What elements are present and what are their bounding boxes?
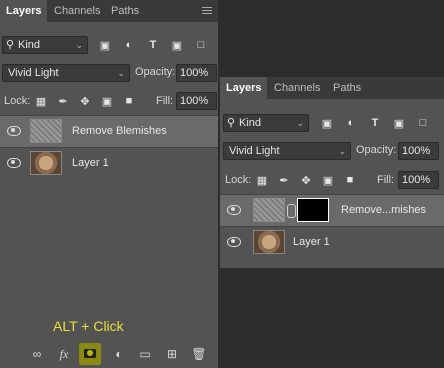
opacity-label: Opacity: xyxy=(135,66,176,78)
layer-mask-thumbnail[interactable] xyxy=(297,198,329,222)
blend-mode-select[interactable]: Vivid Light ⌄ xyxy=(2,64,130,82)
blend-mode-value: Vivid Light xyxy=(229,145,280,157)
tab-layers[interactable]: Layers xyxy=(220,77,268,99)
layers-panel-right: Layers Channels Paths ⚲ Kind ⌄ ▣ ◐ T ▣ □… xyxy=(220,77,444,268)
filter-adjustment-icon[interactable]: ◐ xyxy=(344,116,358,130)
filter-smart-object-icon[interactable]: □ xyxy=(194,38,208,52)
layers-panel-left: Layers Channels Paths ⚲ Kind ⌄ ▣ ◐ T ▣ □… xyxy=(0,0,218,368)
visibility-eye-icon[interactable] xyxy=(7,126,21,136)
search-icon: ⚲ xyxy=(227,117,236,129)
add-layer-mask-icon xyxy=(84,349,96,358)
fill-input[interactable]: 100% xyxy=(398,171,439,189)
lock-transparent-icon[interactable]: ▦ xyxy=(34,94,48,108)
delete-layer-trash-icon[interactable]: 🗑 xyxy=(191,347,206,361)
layer-thumbnail xyxy=(30,119,62,143)
blend-mode-value: Vivid Light xyxy=(8,67,59,79)
tab-paths[interactable]: Paths xyxy=(105,0,145,22)
chevron-down-icon: ⌄ xyxy=(75,40,83,50)
layer-row-remove-mishes[interactable]: Remove...mishes xyxy=(220,194,444,226)
fill-input[interactable]: 100% xyxy=(176,92,217,110)
adjustment-layer-icon[interactable]: ◐ xyxy=(112,347,126,361)
filter-type-icon[interactable]: T xyxy=(146,38,160,52)
opacity-input[interactable]: 100% xyxy=(176,64,217,82)
layer-thumbnail xyxy=(30,151,62,175)
alt-click-annotation: ALT + Click xyxy=(53,318,124,334)
filter-shape-icon[interactable]: ▣ xyxy=(170,38,184,52)
filter-kind-select[interactable]: ⚲ Kind ⌄ xyxy=(223,114,309,132)
opacity-label: Opacity: xyxy=(356,144,397,156)
visibility-eye-icon[interactable] xyxy=(7,158,21,168)
chevron-down-icon: ⌄ xyxy=(296,118,304,128)
panel-tab-bar: Layers Channels Paths xyxy=(0,0,218,22)
fill-label: Fill: xyxy=(377,174,395,186)
lock-all-icon[interactable]: ■ xyxy=(122,94,136,108)
filter-kind-select[interactable]: ⚲ Kind ⌄ xyxy=(2,36,88,54)
layer-row-layer-1[interactable]: Layer 1 xyxy=(0,147,218,179)
layer-name: Layer 1 xyxy=(72,157,109,169)
panel-menu-icon[interactable] xyxy=(202,5,212,15)
filter-pixel-icon[interactable]: ▣ xyxy=(320,116,334,130)
layer-mask-button-highlight[interactable] xyxy=(79,343,101,365)
fill-label: Fill: xyxy=(156,95,174,107)
lock-label: Lock: xyxy=(225,174,252,186)
tab-channels[interactable]: Channels xyxy=(48,0,106,22)
lock-transparent-icon[interactable]: ▦ xyxy=(255,173,269,187)
lock-image-brush-icon[interactable]: ✒ xyxy=(56,94,70,108)
new-layer-icon[interactable]: ⊞ xyxy=(165,347,179,361)
link-layers-icon[interactable]: ∞ xyxy=(30,347,44,361)
layer-thumbnail xyxy=(253,230,285,254)
filter-pixel-icon[interactable]: ▣ xyxy=(98,38,112,52)
lock-label: Lock: xyxy=(4,95,31,107)
layer-name: Layer 1 xyxy=(293,236,330,248)
visibility-eye-icon[interactable] xyxy=(227,205,241,215)
tab-layers[interactable]: Layers xyxy=(0,0,48,22)
mask-link-chain-icon[interactable] xyxy=(287,204,296,218)
opacity-input[interactable]: 100% xyxy=(398,142,439,160)
lock-all-icon[interactable]: ■ xyxy=(343,173,357,187)
panel-tab-bar: Layers Channels Paths xyxy=(220,77,444,99)
tab-paths[interactable]: Paths xyxy=(327,77,367,99)
visibility-eye-icon[interactable] xyxy=(227,237,241,247)
lock-artboard-icon[interactable]: ▣ xyxy=(321,173,335,187)
blend-mode-select[interactable]: Vivid Light ⌄ xyxy=(223,142,351,160)
layers-footer-toolbar: ∞ fx ◐ ▭ ⊞ 🗑 xyxy=(0,340,218,368)
lock-artboard-icon[interactable]: ▣ xyxy=(100,94,114,108)
layer-row-remove-blemishes[interactable]: Remove Blemishes xyxy=(0,115,218,147)
filter-kind-value: Kind xyxy=(18,39,41,51)
layer-row-layer-1[interactable]: Layer 1 xyxy=(220,226,444,258)
chevron-down-icon: ⌄ xyxy=(338,146,346,156)
chevron-down-icon: ⌄ xyxy=(117,68,125,78)
filter-type-icon[interactable]: T xyxy=(368,116,382,130)
filter-shape-icon[interactable]: ▣ xyxy=(392,116,406,130)
layer-thumbnail xyxy=(253,198,285,222)
fx-layer-style-icon[interactable]: fx xyxy=(57,347,71,361)
layer-name: Remove Blemishes xyxy=(72,125,167,137)
filter-adjustment-icon[interactable]: ◐ xyxy=(122,38,136,52)
new-group-folder-icon[interactable]: ▭ xyxy=(138,347,152,361)
filter-smart-object-icon[interactable]: □ xyxy=(416,116,430,130)
layer-name: Remove...mishes xyxy=(341,204,426,216)
lock-image-brush-icon[interactable]: ✒ xyxy=(277,173,291,187)
lock-position-move-icon[interactable]: ✥ xyxy=(78,94,92,108)
tab-channels[interactable]: Channels xyxy=(268,77,326,99)
search-icon: ⚲ xyxy=(6,39,15,51)
filter-kind-value: Kind xyxy=(239,117,262,129)
lock-position-move-icon[interactable]: ✥ xyxy=(299,173,313,187)
